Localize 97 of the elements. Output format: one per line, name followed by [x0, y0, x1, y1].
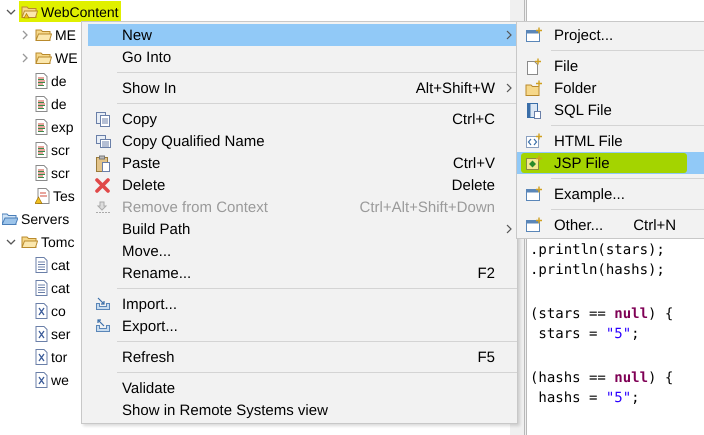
copy-name-icon	[94, 133, 110, 149]
code-text: .println(hashs);	[530, 262, 665, 278]
menu-item[interactable]: Show In Alt+Shift+W	[88, 77, 517, 99]
tree-item[interactable]: exp	[51, 118, 74, 134]
code-text: ) {	[648, 306, 674, 322]
tree-item[interactable]: co	[51, 302, 66, 318]
shortcut-label: Alt+Shift+W	[416, 80, 495, 96]
text-file-icon	[35, 280, 48, 296]
menu-item[interactable]: Example...	[517, 183, 704, 205]
menu-item[interactable]: Paste Ctrl+V	[88, 152, 517, 174]
code-text: ;	[631, 390, 640, 406]
tree-item[interactable]: cat	[51, 256, 70, 272]
folder-icon	[21, 4, 38, 18]
menu-item[interactable]: Delete Delete	[88, 174, 517, 196]
menu-item[interactable]: New	[88, 24, 517, 46]
menu-item[interactable]: Move...	[88, 240, 517, 262]
xml-file-icon	[35, 302, 48, 318]
tree-item[interactable]: WE	[55, 50, 78, 66]
shortcut-label: F2	[477, 264, 495, 282]
menu-item[interactable]: Validate	[88, 377, 517, 399]
tree-item[interactable]: Tes	[53, 188, 75, 204]
xml-file-icon	[35, 326, 48, 342]
new-jsp-file-icon	[525, 155, 543, 171]
database-file-icon	[526, 102, 542, 118]
menu-item[interactable]: JSP File	[517, 152, 704, 174]
collapse-chevron-icon[interactable]	[6, 8, 16, 16]
folder-icon	[21, 234, 38, 248]
xml-file-icon	[35, 348, 48, 364]
new-project-icon	[525, 27, 543, 43]
menu-item[interactable]: Copy Qualified Name	[88, 130, 517, 152]
clipboard-icon	[94, 154, 110, 172]
menu-item[interactable]: Project...	[517, 24, 704, 46]
import-icon	[94, 297, 110, 311]
code-text: .println(stars);	[530, 242, 665, 258]
web-file-icon	[35, 118, 48, 134]
menu-item[interactable]: Export...	[88, 315, 517, 337]
keyword: null	[614, 306, 648, 322]
menu-item[interactable]: Refresh F5	[88, 346, 517, 368]
shortcut-label: Ctrl+C	[452, 110, 495, 128]
menu-item[interactable]: Show in Remote Systems view	[88, 399, 517, 421]
code-text: stars =	[537, 326, 598, 342]
new-html-file-icon	[525, 133, 543, 149]
collapse-chevron-icon[interactable]	[6, 238, 16, 246]
new-file-icon	[525, 58, 543, 74]
new-wizard-icon	[525, 217, 543, 233]
tree-item[interactable]: ser	[51, 326, 70, 342]
tree-item[interactable]: Servers	[21, 210, 70, 226]
tree-item[interactable]: tor	[51, 348, 68, 364]
code-text: (stars ==	[530, 306, 607, 322]
new-wizard-icon	[525, 186, 543, 202]
delete-icon	[95, 178, 110, 192]
menu-item[interactable]: Import...	[88, 293, 517, 315]
web-file-icon	[35, 72, 48, 88]
remove-icon	[94, 200, 110, 214]
web-file-icon	[35, 96, 48, 112]
shortcut-label: Ctrl+Alt+Shift+Down	[360, 198, 495, 216]
tree-item[interactable]: we	[51, 372, 69, 388]
menu-item[interactable]: Copy Ctrl+C	[88, 108, 517, 130]
menu-item[interactable]: Folder	[517, 77, 704, 99]
expand-chevron-icon[interactable]	[21, 52, 29, 62]
xml-file-icon	[35, 372, 48, 388]
keyword: null	[614, 370, 648, 386]
expand-chevron-icon[interactable]	[21, 30, 29, 40]
folder-icon	[35, 50, 52, 64]
menu-item[interactable]: Other... Ctrl+N	[517, 214, 704, 236]
code-text: hashs =	[537, 390, 598, 406]
string-literal: "5"	[606, 390, 632, 406]
menu-item[interactable]: Build Path	[88, 218, 517, 240]
code-text: (hashs ==	[530, 370, 607, 386]
code-text: ) {	[648, 370, 674, 386]
menu-item[interactable]: File	[517, 55, 704, 77]
copy-icon	[94, 111, 110, 127]
shortcut-label: Delete	[452, 176, 495, 194]
shortcut-label: Ctrl+V	[452, 154, 495, 172]
menu-item[interactable]: Rename... F2	[88, 262, 517, 284]
string-literal: "5"	[606, 326, 632, 342]
code-text: ;	[631, 326, 640, 342]
tree-item[interactable]: de	[51, 72, 67, 88]
menu-item[interactable]: HTML File	[517, 130, 704, 152]
web-file-icon	[35, 142, 48, 158]
tree-item[interactable]: de	[51, 96, 67, 112]
export-icon	[94, 319, 110, 333]
tree-item[interactable]: cat	[51, 280, 70, 296]
file-warning-icon	[35, 188, 50, 204]
shortcut-label: F5	[477, 348, 495, 366]
web-file-icon	[35, 164, 48, 180]
menu-item[interactable]: Go Into	[88, 46, 517, 68]
project-folder-icon	[2, 212, 18, 226]
folder-icon	[35, 28, 52, 42]
shortcut-label: Ctrl+N	[633, 216, 676, 234]
tree-item[interactable]: ME	[55, 26, 76, 42]
tree-item[interactable]: Tomc	[41, 234, 74, 250]
tree-item[interactable]: scr	[51, 164, 70, 180]
menu-item[interactable]: SQL File	[517, 99, 704, 121]
text-file-icon	[35, 256, 48, 272]
tree-item[interactable]: scr	[51, 142, 70, 158]
new-folder-icon	[525, 80, 543, 96]
